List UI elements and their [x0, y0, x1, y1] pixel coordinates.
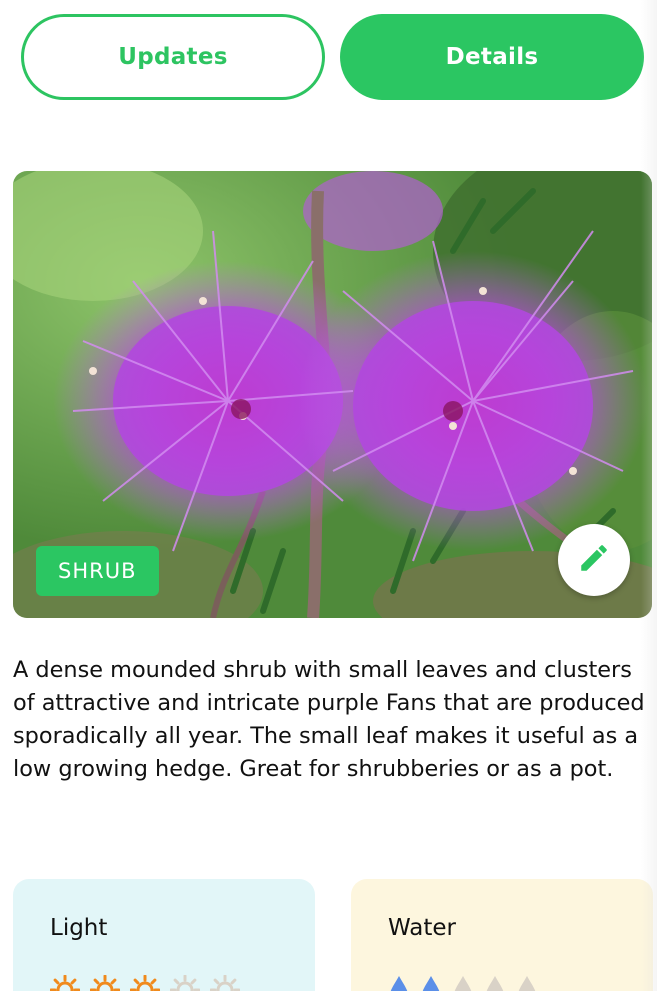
light-card: Light	[13, 879, 315, 991]
tab-details[interactable]: Details	[340, 14, 644, 100]
edit-button[interactable]	[558, 524, 630, 596]
plant-details-page: Updates Details SHRUB A dense mounded sh…	[0, 0, 657, 991]
sun-icon	[169, 974, 201, 991]
plant-description: A dense mounded shrub with small leaves …	[13, 657, 645, 782]
tab-details-label: Details	[445, 44, 539, 70]
water-drop-icon	[516, 975, 538, 991]
sun-icon	[209, 974, 241, 991]
category-label: SHRUB	[58, 559, 137, 583]
category-badge: SHRUB	[36, 546, 159, 596]
water-card-title: Water	[388, 915, 456, 941]
light-card-title: Light	[50, 915, 108, 941]
pencil-icon	[577, 541, 611, 579]
tab-updates-label: Updates	[118, 44, 228, 70]
light-rating	[49, 974, 241, 991]
water-drop-icon	[484, 975, 506, 991]
water-drop-icon	[388, 975, 410, 991]
tab-updates[interactable]: Updates	[21, 14, 325, 100]
sun-icon	[129, 974, 161, 991]
water-drop-icon	[420, 975, 442, 991]
sun-icon	[49, 974, 81, 991]
sun-icon	[89, 974, 121, 991]
water-rating	[388, 975, 538, 991]
water-drop-icon	[452, 975, 474, 991]
water-card: Water	[351, 879, 653, 991]
